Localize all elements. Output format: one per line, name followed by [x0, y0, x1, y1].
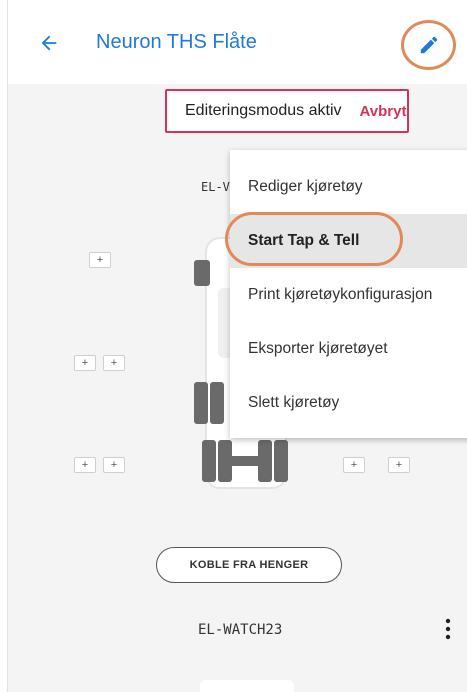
pencil-icon	[420, 36, 438, 54]
add-tire-button[interactable]: +	[343, 457, 365, 473]
tire[interactable]	[274, 440, 288, 482]
app-screen: Neuron THS Flåte Editeringsmodus aktiv A…	[7, 0, 467, 692]
edit-mode-text: Editeringsmodus aktiv	[185, 102, 342, 119]
add-tire-button[interactable]: +	[74, 457, 96, 473]
add-tire-button[interactable]: +	[89, 252, 111, 268]
vehicle-context-menu: Rediger kjøretøy Start Tap & Tell Print …	[230, 150, 467, 438]
tire[interactable]	[194, 382, 208, 424]
add-tire-button[interactable]: +	[103, 355, 125, 371]
page-title: Neuron THS Flåte	[96, 31, 257, 53]
add-tire-button[interactable]: +	[103, 457, 125, 473]
tire[interactable]	[202, 440, 216, 482]
edit-button[interactable]	[418, 34, 440, 56]
vehicle-label-top: EL-V	[201, 180, 230, 194]
menu-item-print-config[interactable]: Print kjøretøykonfigurasjon	[230, 268, 467, 322]
cancel-edit-button[interactable]: Avbryt	[360, 103, 407, 120]
tire[interactable]	[194, 260, 210, 286]
tire[interactable]	[210, 382, 224, 424]
more-vertical-icon	[445, 618, 451, 640]
tire[interactable]	[218, 440, 232, 482]
start-tap-tell-highlight-ring	[225, 212, 403, 266]
tire[interactable]	[258, 440, 272, 482]
edit-mode-banner: Editeringsmodus aktiv Avbryt	[165, 89, 409, 133]
add-tire-button[interactable]: +	[74, 355, 96, 371]
next-vehicle-card	[200, 680, 294, 692]
menu-item-delete-vehicle[interactable]: Slett kjøretøy	[230, 376, 467, 430]
app-header: Neuron THS Flåte	[8, 0, 467, 84]
back-button[interactable]	[34, 28, 64, 58]
vehicle-label-bottom: EL-WATCH23	[198, 622, 283, 638]
more-options-button[interactable]	[443, 617, 453, 641]
arrow-left-icon	[41, 35, 57, 51]
detach-trailer-button[interactable]: KOBLE FRA HENGER	[156, 547, 342, 583]
add-tire-button[interactable]: +	[388, 457, 410, 473]
menu-item-export-vehicle[interactable]: Eksporter kjøretøyet	[230, 322, 467, 376]
menu-item-edit-vehicle[interactable]: Rediger kjøretøy	[230, 160, 467, 214]
